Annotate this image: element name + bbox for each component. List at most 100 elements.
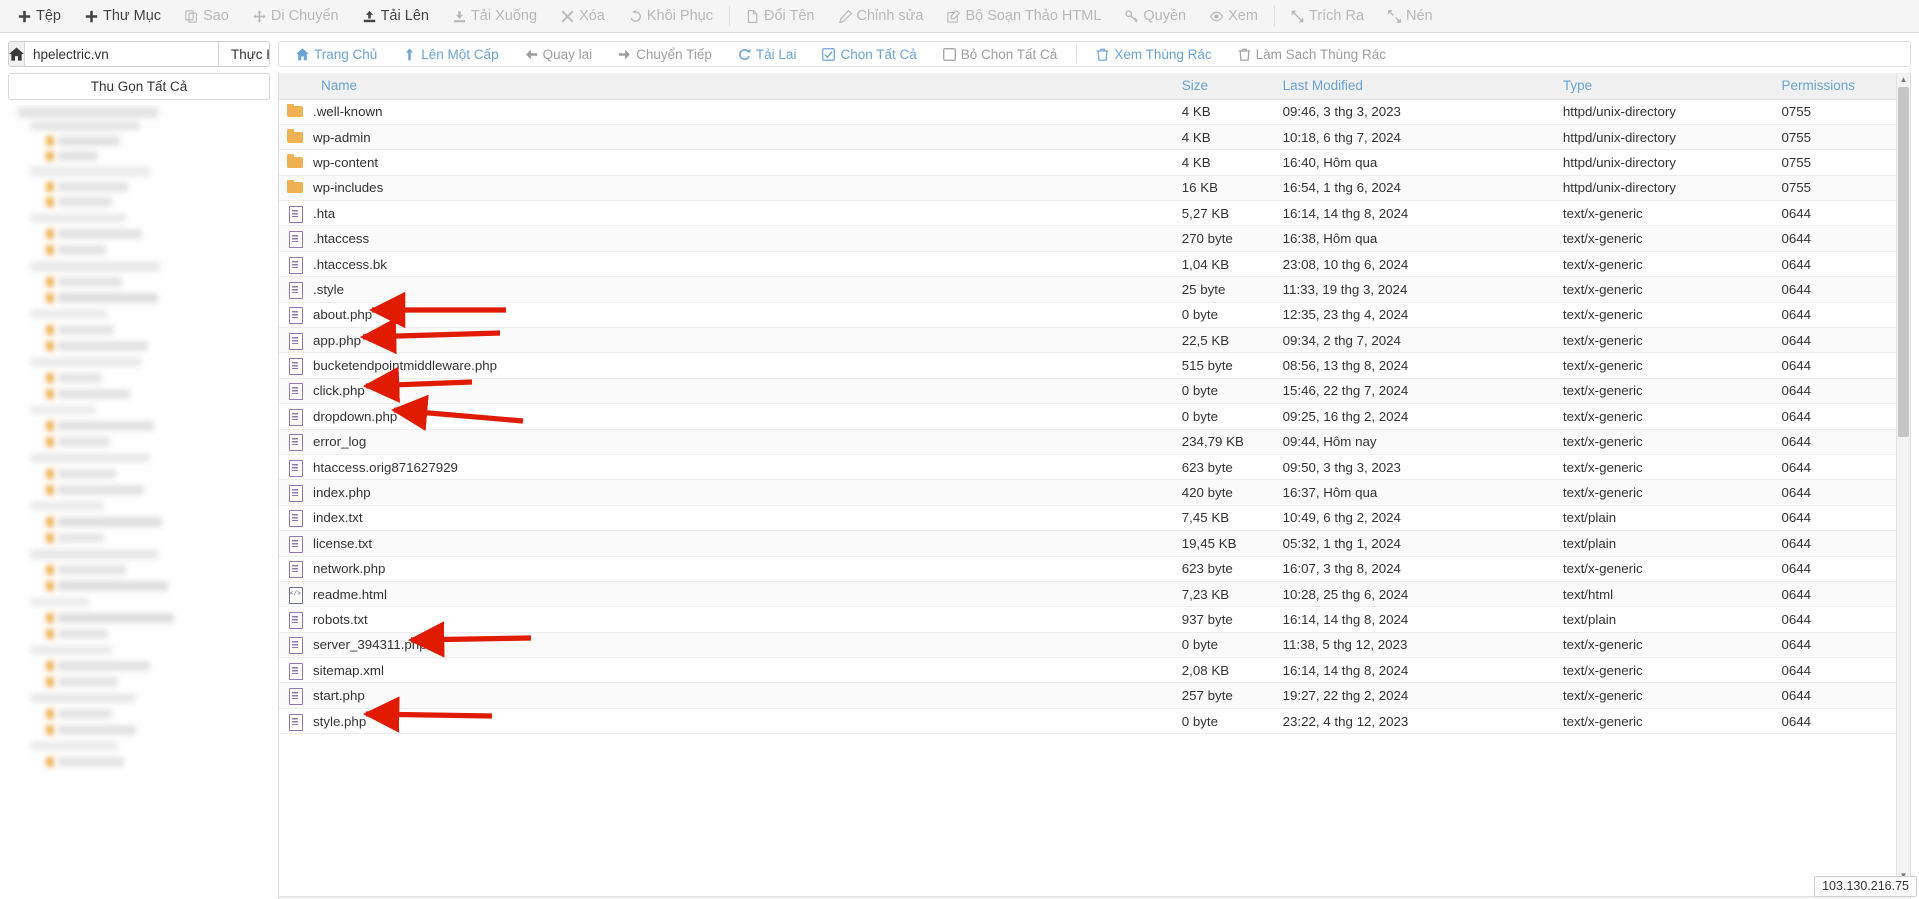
file-name-cell[interactable]: index.txt bbox=[279, 505, 1176, 532]
table-row[interactable]: network.php 623 byte 16:07, 3 thg 8, 2024 t… bbox=[279, 556, 1910, 582]
tree-node-placeholder[interactable] bbox=[58, 517, 162, 527]
file-name-label[interactable]: robots.txt bbox=[313, 612, 368, 627]
file-name-cell[interactable]: readme.html bbox=[279, 581, 1176, 608]
tree-node-placeholder[interactable] bbox=[58, 485, 144, 495]
table-row[interactable]: .well-known 4 KB 09:46, 3 thg 3, 2023 httpd… bbox=[279, 99, 1910, 125]
tree-node-placeholder[interactable] bbox=[46, 517, 54, 527]
file-name-label[interactable]: start.php bbox=[313, 688, 365, 703]
nav-button-0[interactable]: Trang Chủ bbox=[283, 42, 390, 66]
file-name-cell[interactable]: network.php bbox=[279, 556, 1176, 582]
tree-node-placeholder[interactable] bbox=[30, 501, 104, 511]
tree-node-placeholder[interactable] bbox=[46, 421, 54, 431]
tree-node-placeholder[interactable] bbox=[46, 229, 54, 239]
file-name-cell[interactable]: index.php bbox=[279, 479, 1176, 506]
file-name-label[interactable]: license.txt bbox=[313, 536, 372, 551]
file-name-label[interactable]: error_log bbox=[313, 434, 366, 449]
tree-node-placeholder[interactable] bbox=[58, 677, 118, 687]
nav-button-1[interactable]: Lên Một Cấp bbox=[390, 42, 511, 66]
column-header-type[interactable]: Type bbox=[1556, 73, 1776, 100]
file-name-cell[interactable]: .style bbox=[279, 276, 1176, 303]
tree-node-placeholder[interactable] bbox=[46, 277, 54, 287]
table-row[interactable]: dropdown.php 0 byte 09:25, 16 thg 2, 2024 t… bbox=[279, 403, 1910, 430]
tree-node-placeholder[interactable] bbox=[46, 389, 54, 399]
home-icon[interactable] bbox=[9, 42, 25, 66]
table-row[interactable]: readme.html 7,23 KB10:28, 25 thg 6, 2024t… bbox=[279, 581, 1910, 608]
file-name-cell[interactable]: .well-known bbox=[279, 99, 1176, 125]
column-header-name[interactable]: Name bbox=[279, 73, 1176, 100]
file-name-label[interactable]: sitemap.xml bbox=[313, 663, 384, 678]
tree-node-placeholder[interactable] bbox=[46, 341, 54, 351]
tree-node-placeholder[interactable] bbox=[58, 373, 102, 383]
tree-node-placeholder[interactable] bbox=[46, 613, 54, 623]
tree-node-placeholder[interactable] bbox=[58, 245, 106, 255]
column-header-size[interactable]: Size bbox=[1175, 73, 1277, 100]
file-name-label[interactable]: readme.html bbox=[313, 587, 387, 602]
tree-node-placeholder[interactable] bbox=[46, 197, 54, 207]
file-name-cell[interactable]: app.php bbox=[279, 327, 1176, 354]
file-name-cell[interactable]: about.php bbox=[279, 302, 1176, 329]
table-row[interactable]: about.php 0 byte 12:35, 23 thg 4, 2024 text… bbox=[279, 302, 1910, 329]
scroll-up-icon[interactable]: ▲ bbox=[1897, 73, 1910, 86]
tree-node-placeholder[interactable] bbox=[46, 757, 54, 767]
table-row[interactable]: app.php 22,5 KB 09:34, 2 thg 7, 2024 text/x… bbox=[279, 327, 1910, 354]
tree-node-placeholder[interactable] bbox=[46, 325, 54, 335]
file-name-label[interactable]: index.txt bbox=[313, 510, 363, 525]
tree-node-placeholder[interactable] bbox=[58, 629, 108, 639]
tree-node-placeholder[interactable] bbox=[58, 565, 126, 575]
nav-button-4[interactable]: Tải Lai bbox=[725, 42, 810, 66]
file-name-label[interactable]: style.php bbox=[313, 714, 366, 729]
toolbar-button-4[interactable]: Tải Lên bbox=[351, 0, 441, 32]
table-row[interactable]: license.txt 19,45 KB 05:32, 1 thg 1, 2024 t… bbox=[279, 530, 1910, 557]
table-row[interactable]: wp-content 4 KB 16:40, Hôm qua httpd/unix-d… bbox=[279, 149, 1910, 176]
file-name-label[interactable]: .htaccess bbox=[313, 231, 369, 246]
table-row[interactable]: htaccess.orig871627929 623 byte 09:50, 3 t… bbox=[279, 454, 1910, 481]
tree-node-placeholder[interactable] bbox=[46, 293, 54, 303]
file-name-label[interactable]: click.php bbox=[313, 383, 365, 398]
tree-node-placeholder[interactable] bbox=[30, 213, 126, 223]
tree-node-placeholder[interactable] bbox=[46, 182, 54, 192]
table-row[interactable]: error_log 234,79 KB 09:44, Hôm nay text/x-g… bbox=[279, 429, 1910, 455]
tree-node-placeholder[interactable] bbox=[30, 741, 118, 751]
nav-button-9[interactable]: Làm Sach Thùng Rác bbox=[1225, 42, 1399, 66]
tree-node-placeholder[interactable] bbox=[30, 261, 160, 272]
nav-button-2[interactable]: Quay lai bbox=[512, 42, 606, 66]
toolbar-button-1[interactable]: Thư Mục bbox=[73, 0, 173, 32]
table-row[interactable]: .htaccess.bk 1,04 KB 23:08, 10 thg 6, 2024… bbox=[279, 251, 1910, 278]
table-row[interactable]: wp-includes 16 KB 16:54, 1 thg 6, 2024 http… bbox=[279, 175, 1910, 202]
nav-button-8[interactable]: Xem Thùng Rác bbox=[1083, 42, 1224, 66]
tree-node-placeholder[interactable] bbox=[46, 629, 54, 639]
tree-node-placeholder[interactable] bbox=[58, 389, 130, 399]
file-name-label[interactable]: .htaccess.bk bbox=[313, 257, 387, 272]
file-name-cell[interactable]: style.php bbox=[279, 708, 1176, 735]
directory-tree[interactable] bbox=[8, 105, 270, 899]
table-row[interactable]: .hta 5,27 KB 16:14, 14 thg 8, 2024 text/x-g… bbox=[279, 200, 1910, 227]
file-name-label[interactable]: network.php bbox=[313, 561, 385, 576]
tree-node-placeholder[interactable] bbox=[46, 661, 54, 671]
tree-node-placeholder[interactable] bbox=[58, 277, 122, 287]
file-name-label[interactable]: server_394311.php bbox=[313, 637, 427, 652]
file-name-cell[interactable]: wp-includes bbox=[279, 175, 1176, 202]
vertical-scrollbar-thumb[interactable] bbox=[1898, 87, 1909, 437]
nav-button-6[interactable]: Bỏ Chon Tất Cả bbox=[930, 42, 1071, 66]
file-name-cell[interactable]: robots.txt bbox=[279, 606, 1176, 633]
vertical-scrollbar[interactable]: ▲ ▼ bbox=[1896, 73, 1910, 882]
tree-node-placeholder[interactable] bbox=[58, 613, 174, 623]
tree-node-placeholder[interactable] bbox=[58, 725, 136, 735]
tree-node-placeholder[interactable] bbox=[30, 693, 136, 703]
tree-node-placeholder[interactable] bbox=[58, 197, 112, 207]
tree-node-placeholder[interactable] bbox=[58, 421, 154, 431]
tree-node-placeholder[interactable] bbox=[58, 661, 150, 671]
nav-button-5[interactable]: Chon Tất Cả bbox=[809, 42, 929, 66]
file-name-label[interactable]: app.php bbox=[313, 333, 361, 348]
file-name-cell[interactable]: license.txt bbox=[279, 530, 1176, 557]
file-name-cell[interactable]: dropdown.php bbox=[279, 403, 1176, 430]
nav-button-3[interactable]: Chuyển Tiếp bbox=[605, 42, 725, 66]
file-name-label[interactable]: .well-known bbox=[313, 104, 382, 119]
tree-node-placeholder[interactable] bbox=[46, 437, 54, 447]
file-name-cell[interactable]: sitemap.xml bbox=[279, 657, 1176, 684]
tree-node-placeholder[interactable] bbox=[46, 565, 54, 575]
column-header-last-modified[interactable]: Last Modified bbox=[1276, 73, 1557, 100]
file-name-label[interactable]: dropdown.php bbox=[313, 409, 397, 424]
table-row[interactable]: .htaccess 270 byte 16:38, Hôm qua text/x-ge… bbox=[279, 225, 1910, 252]
tree-node-placeholder[interactable] bbox=[58, 293, 158, 303]
